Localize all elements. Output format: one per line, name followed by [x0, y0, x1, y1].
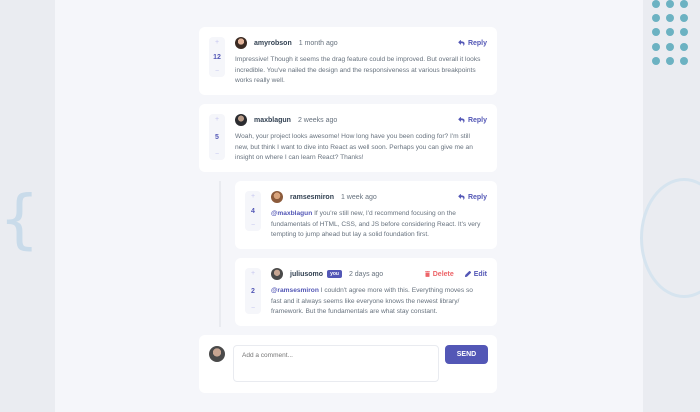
comment-username[interactable]: ramsesmiron — [290, 194, 334, 201]
reply-thread-line — [219, 181, 221, 327]
pencil-icon — [464, 271, 471, 277]
vote-control: + 12 − — [209, 37, 225, 77]
delete-label: Delete — [432, 270, 454, 278]
vote-control: + 2 − — [245, 268, 261, 314]
upvote-button[interactable]: + — [215, 39, 219, 46]
vote-control: + 4 − — [245, 191, 261, 231]
downvote-button[interactable]: − — [251, 222, 255, 229]
comment-time: 2 days ago — [348, 270, 384, 278]
comment-text: @ramsesmiron I couldn't agree more with … — [271, 286, 485, 318]
decorative-ring — [640, 178, 700, 298]
decorative-brace-icon: { — [0, 183, 39, 257]
upvote-button[interactable]: + — [251, 193, 255, 200]
comment-username[interactable]: maxblagun — [254, 117, 291, 124]
avatar[interactable] — [235, 37, 247, 49]
delete-button[interactable]: Delete — [424, 270, 454, 278]
comment-username[interactable]: juliusomo — [290, 271, 323, 278]
comment-text: Woah, your project looks awesome! How lo… — [235, 133, 473, 161]
reply-label: Reply — [467, 39, 487, 47]
comment-username[interactable]: amyrobson — [254, 40, 292, 47]
reply-label: Reply — [467, 116, 487, 124]
vote-score: 4 — [251, 207, 255, 215]
reply-button[interactable]: Reply — [458, 194, 487, 201]
reply-card-own: + 2 − juliusomo you 2 days ago Delete Ed… — [235, 258, 497, 326]
current-user-avatar — [209, 346, 225, 362]
vote-score: 2 — [251, 287, 255, 295]
comment-card: + 5 − maxblagun 2 weeks ago Reply Woah, … — [199, 104, 497, 172]
comment-text: Impressive! Though it seems the drag fea… — [235, 56, 481, 84]
comment-card: + 12 − amyrobson 1 month ago Reply Impre… — [199, 27, 497, 95]
downvote-button[interactable]: − — [251, 305, 255, 312]
reply-icon — [458, 117, 465, 123]
mention-link[interactable]: @ramsesmiron — [271, 287, 319, 294]
comment-time: 1 week ago — [340, 193, 377, 201]
avatar[interactable] — [271, 191, 283, 203]
reply-button[interactable]: Reply — [458, 40, 487, 47]
upvote-button[interactable]: + — [215, 116, 219, 123]
reply-icon — [458, 40, 465, 46]
trash-icon — [424, 271, 430, 277]
comment-composer: SEND — [199, 335, 497, 393]
reply-button[interactable]: Reply — [458, 117, 487, 124]
avatar[interactable] — [271, 268, 283, 280]
avatar[interactable] — [235, 114, 247, 126]
mention-link[interactable]: @maxblagun — [271, 210, 312, 217]
edit-button[interactable]: Edit — [464, 270, 487, 278]
comment-input[interactable] — [233, 345, 439, 382]
decorative-dot-grid — [652, 0, 688, 66]
comment-time: 1 month ago — [298, 39, 338, 47]
reply-label: Reply — [467, 193, 487, 201]
reply-card: + 4 − ramsesmiron 1 week ago Reply @maxb… — [235, 181, 497, 249]
vote-score: 5 — [215, 133, 219, 141]
downvote-button[interactable]: − — [215, 68, 219, 75]
comment-time: 2 weeks ago — [297, 116, 338, 124]
reply-icon — [458, 194, 465, 200]
vote-score: 12 — [213, 53, 221, 61]
downvote-button[interactable]: − — [215, 151, 219, 158]
you-badge: you — [327, 270, 342, 278]
vote-control: + 5 − — [209, 114, 225, 160]
send-button[interactable]: SEND — [445, 345, 488, 364]
edit-label: Edit — [473, 270, 487, 278]
upvote-button[interactable]: + — [251, 270, 255, 277]
comment-text: @maxblagun If you're still new, I'd reco… — [271, 209, 485, 241]
